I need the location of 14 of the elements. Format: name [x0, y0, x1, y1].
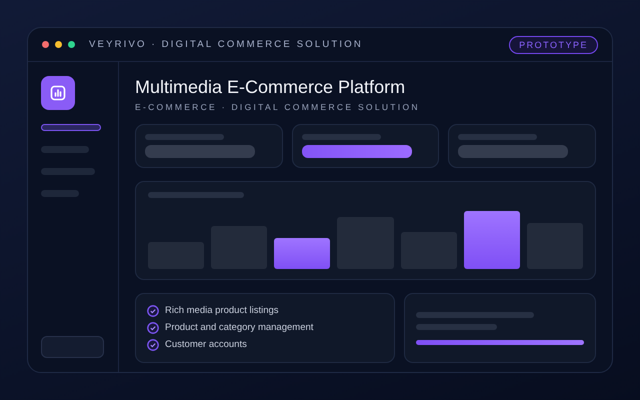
feature-text: Customer accounts [165, 338, 247, 351]
close-dot-icon[interactable] [42, 41, 49, 48]
sidebar-item[interactable] [41, 124, 101, 131]
chart-bar [464, 210, 520, 269]
feature-text: Product and category management [165, 322, 314, 334]
window-title: VEYRIVO · DIGITAL COMMERCE SOLUTION [89, 38, 363, 50]
chart-bar [274, 238, 330, 269]
minimize-dot-icon[interactable] [55, 41, 62, 48]
logo-icon [41, 76, 75, 110]
prototype-badge: PROTOTYPE [509, 36, 598, 54]
page-title: Multimedia E-Commerce Platform [135, 76, 406, 98]
feature-text: Rich media product listings [165, 304, 279, 317]
maximize-dot-icon[interactable] [68, 41, 75, 48]
page-subtitle: E-COMMERCE · DIGITAL COMMERCE SOLUTION [135, 101, 421, 114]
